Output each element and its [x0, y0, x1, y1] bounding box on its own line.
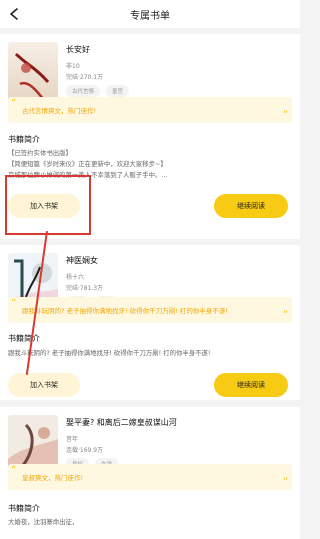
continue-reading-button[interactable]: 继续阅读 — [214, 194, 288, 218]
section-title: 书籍简介 — [8, 135, 40, 144]
desc-line: 【已签约实体书出版】 — [8, 149, 72, 157]
page-title: 专属书单 — [130, 11, 170, 22]
book-author: 杨十六 — [66, 274, 85, 281]
book-card-2: 神医娴女 杨十六 完结·781.3万 种田 娴女 “ 跟我斗玩阴的? 老子抽得你… — [0, 245, 300, 400]
quote-text: 古代言情爽文，热门佳作! — [22, 107, 97, 115]
book-tag: 皇宫 — [106, 85, 130, 97]
book-description: 大婚夜，沈羽寨命出征， — [8, 517, 292, 528]
open-quote-icon: “ — [11, 298, 17, 309]
book-meta: 完结·781.3万 — [66, 285, 104, 292]
book-author: 非10 — [66, 63, 80, 70]
top-bar: 专属书单 — [0, 0, 300, 28]
book-description: 跟我斗玩阴的? 老子抽得你满地找牙! 砍得你千刀万剐! 打的你半身不遂! — [8, 348, 292, 359]
desc-line: 【简便短篇《岁时来仪》正在更新中，欢迎大家移步~】 — [8, 160, 167, 168]
book-quote: “ 跟我斗玩阴的? 老子抽得你满地找牙! 砍得你千刀万剐! 打的你半身不遂! ” — [8, 297, 292, 323]
book-quote: “ 皇叔爽文，热门佳作! ” — [8, 464, 292, 490]
book-card-3: 娶平妻? 和离后二嫁皇叔谋山河 昔年 连载·169.9万 皇权 女强 “ 皇叔爽… — [0, 407, 300, 539]
open-quote-icon: “ — [11, 465, 17, 476]
annotation-highlight-box — [5, 175, 91, 235]
desc-line: 跟我斗玩阴的? 老子抽得你满地找牙! 砍得你千刀万剐! 打的你半身不遂! — [8, 349, 211, 357]
book-tags: 古代言情 皇宫 — [66, 85, 130, 97]
quote-text: 皇叔爽文，热门佳作! — [22, 474, 84, 482]
desc-line: 大婚夜，沈羽寨命出征， — [8, 518, 79, 526]
section-title: 书籍简介 — [8, 504, 40, 513]
book-author: 昔年 — [66, 436, 79, 443]
section-title: 书籍简介 — [8, 334, 40, 343]
book-title[interactable]: 娶平妻? 和离后二嫁皇叔谋山河 — [66, 417, 286, 428]
book-title[interactable]: 长安好 — [66, 44, 90, 55]
book-tag: 古代言情 — [66, 85, 101, 97]
book-meta: 完结·270.1万 — [66, 74, 104, 81]
open-quote-icon: “ — [11, 98, 17, 109]
book-title[interactable]: 神医娴女 — [66, 255, 98, 266]
book-meta: 连载·169.9万 — [66, 447, 104, 454]
quote-text: 跟我斗玩阴的? 老子抽得你满地找牙! 砍得你千刀万剐! 打的你半身不遂! — [22, 307, 228, 315]
close-quote-icon: ” — [282, 310, 288, 321]
close-quote-icon: ” — [282, 477, 288, 488]
book-quote: “ 古代言情爽文，热门佳作! ” — [8, 97, 292, 123]
add-to-shelf-button[interactable]: 加入书架 — [8, 373, 80, 397]
close-quote-icon: ” — [282, 110, 288, 121]
continue-reading-button[interactable]: 继续阅读 — [214, 373, 288, 397]
